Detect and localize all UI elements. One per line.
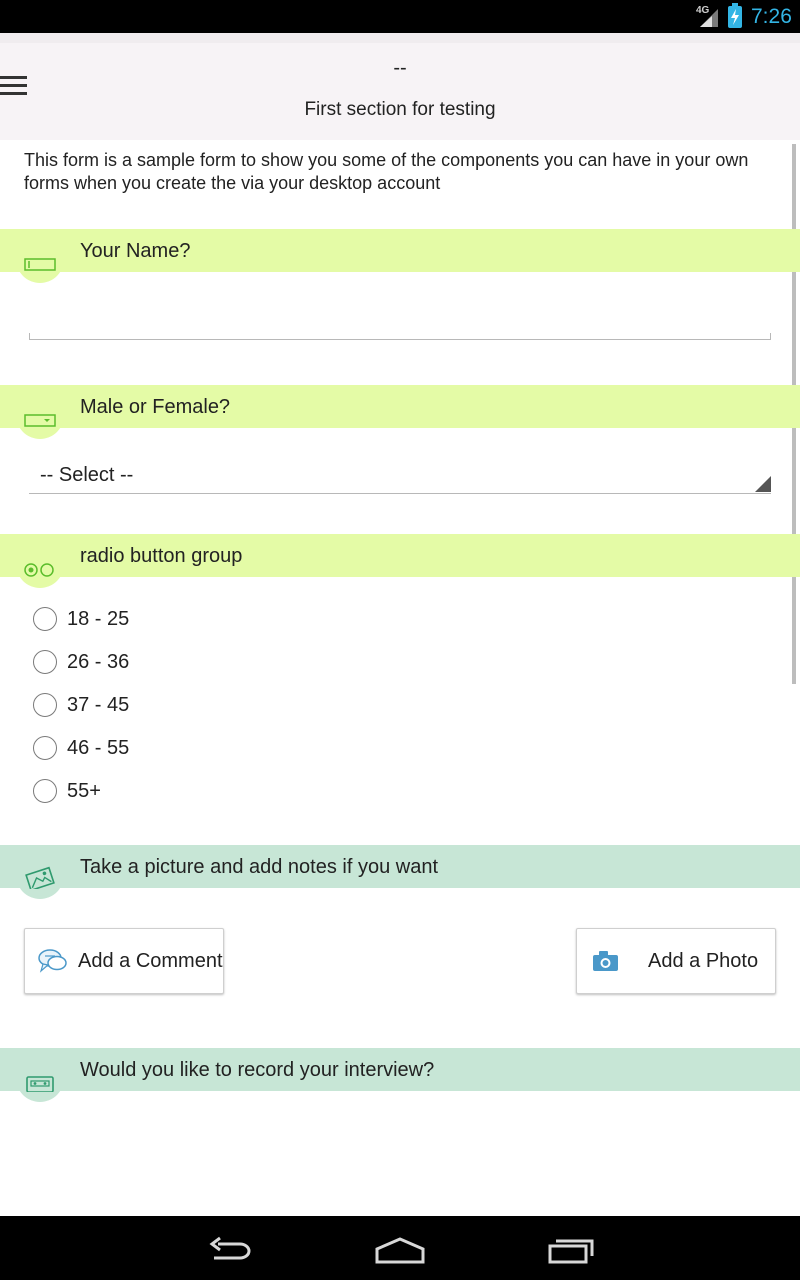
- question-header-record: Would you like to record your interview?: [0, 1048, 800, 1102]
- add-photo-button[interactable]: Add a Photo: [576, 928, 776, 994]
- home-icon[interactable]: [374, 1236, 426, 1266]
- radio-option[interactable]: 46 - 55: [33, 734, 333, 764]
- section-title: First section for testing: [304, 99, 496, 120]
- radio-option[interactable]: 55+: [33, 777, 333, 807]
- radio-button[interactable]: [33, 736, 57, 760]
- question-label: radio button group: [80, 545, 243, 567]
- radio-label: 26 - 36: [67, 651, 130, 673]
- radio-option[interactable]: 37 - 45: [33, 691, 333, 721]
- select-arrow-icon: [755, 476, 771, 492]
- question-header-radio: radio button group: [0, 534, 800, 588]
- radio-button[interactable]: [33, 779, 57, 803]
- select-value: -- Select --: [40, 464, 134, 486]
- radio-label: 18 - 25: [67, 608, 130, 630]
- network-type: 4G: [696, 5, 710, 16]
- question-label: Take a picture and add notes if you want: [80, 856, 439, 878]
- system-navigation-bar: [0, 1216, 800, 1280]
- photo-notes-icon: [16, 851, 64, 899]
- input-edge: [29, 333, 30, 340]
- add-comment-label: Add a Comment: [78, 950, 223, 972]
- radio-option[interactable]: 26 - 36: [33, 648, 333, 678]
- hamburger-menu-icon[interactable]: [0, 76, 30, 98]
- camera-icon: [593, 951, 618, 971]
- app-header: -- First section for testing: [0, 33, 800, 140]
- add-photo-label: Add a Photo: [648, 950, 759, 972]
- radio-label: 55+: [67, 780, 101, 802]
- form-description: This form is a sample form to show you s…: [24, 150, 749, 193]
- dropdown-icon: [16, 391, 64, 439]
- radio-option[interactable]: 18 - 25: [33, 605, 333, 635]
- radio-label: 46 - 55: [67, 737, 130, 759]
- question-label: Would you like to record your interview?: [80, 1059, 435, 1081]
- radio-button[interactable]: [33, 650, 57, 674]
- recent-apps-icon[interactable]: [546, 1236, 594, 1266]
- question-header-name: Your Name?: [0, 229, 800, 283]
- text-field-icon: [16, 235, 64, 283]
- status-bar: 4G 7:26: [0, 0, 800, 33]
- back-icon[interactable]: [206, 1236, 254, 1266]
- clock: 7:26: [751, 5, 792, 28]
- question-label: Your Name?: [80, 240, 191, 262]
- question-header-photo: Take a picture and add notes if you want: [0, 845, 800, 899]
- gender-select[interactable]: -- Select --: [29, 455, 771, 494]
- name-input[interactable]: [29, 300, 771, 340]
- radio-label: 37 - 45: [67, 694, 130, 716]
- battery-charging-icon: [728, 3, 742, 28]
- question-header-gender: Male or Female?: [0, 385, 800, 439]
- cassette-icon: [16, 1054, 64, 1102]
- radio-group-icon: [16, 540, 64, 588]
- radio-button[interactable]: [33, 607, 57, 631]
- add-comment-button[interactable]: Add a Comment: [24, 928, 224, 994]
- comment-icon: [38, 949, 67, 973]
- signal-icon: 4G: [694, 5, 720, 27]
- form-title: --: [393, 57, 407, 79]
- input-edge: [770, 333, 771, 340]
- radio-button[interactable]: [33, 693, 57, 717]
- question-label: Male or Female?: [80, 396, 231, 418]
